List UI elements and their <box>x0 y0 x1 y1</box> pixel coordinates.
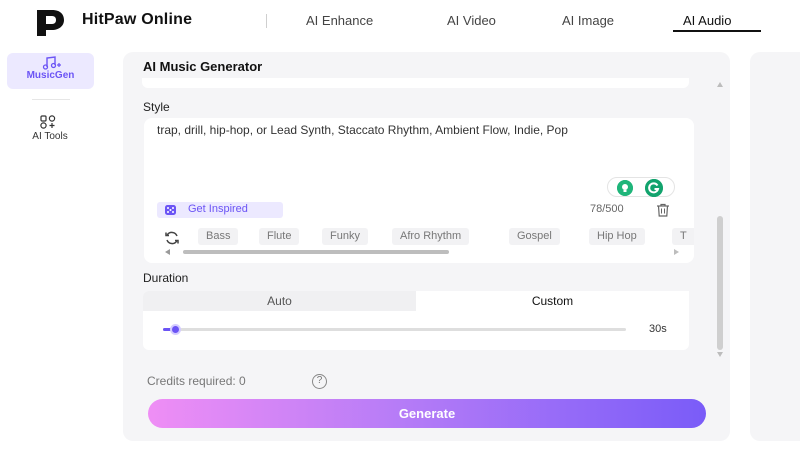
previous-section-edge <box>142 78 689 88</box>
trash-icon[interactable] <box>656 203 670 217</box>
sidebar-item-label: AI Tools <box>32 131 68 142</box>
result-panel <box>750 52 800 441</box>
style-tag[interactable]: Flute <box>259 228 300 245</box>
page-title: AI Music Generator <box>143 59 263 74</box>
lightbulb-icon[interactable] <box>617 180 633 196</box>
nav-ai-enhance[interactable]: AI Enhance <box>306 13 373 28</box>
refresh-icon[interactable] <box>164 230 180 246</box>
scroll-up-icon[interactable] <box>717 82 723 87</box>
top-bar: HitPaw Online AI Enhance AI Video AI Ima… <box>0 0 800 42</box>
style-label: Style <box>143 100 170 114</box>
duration-value: 30s <box>649 323 667 335</box>
style-tag[interactable]: T <box>672 228 694 245</box>
duration-control: Auto Custom 30s <box>143 291 689 350</box>
nav-ai-video[interactable]: AI Video <box>447 13 496 28</box>
duration-auto-tab[interactable]: Auto <box>143 291 416 311</box>
nav-ai-image[interactable]: AI Image <box>562 13 614 28</box>
tag-scroll-thumb[interactable] <box>183 250 449 254</box>
duration-slider-handle[interactable] <box>170 324 181 335</box>
dice-icon <box>165 205 176 215</box>
style-input-box[interactable]: trap, drill, hip-hop, or Lead Synth, Sta… <box>144 118 694 263</box>
scroll-thumb[interactable] <box>717 216 723 350</box>
character-counter: 78/500 <box>590 203 624 215</box>
sidebar-item-musicgen[interactable]: MusicGen <box>7 53 94 89</box>
nav-active-indicator <box>673 30 761 32</box>
credits-required: Credits required: 0 <box>147 374 246 388</box>
style-tag[interactable]: Funky <box>322 228 368 245</box>
music-note-icon <box>42 56 61 70</box>
sidebar-item-ai-tools[interactable]: AI Tools <box>15 115 85 145</box>
generate-button[interactable]: Generate <box>148 399 706 428</box>
duration-slider-track[interactable] <box>163 328 626 331</box>
nav-ai-audio[interactable]: AI Audio <box>683 13 731 28</box>
grammarly-icon[interactable] <box>645 179 663 197</box>
style-tag[interactable]: Hip Hop <box>589 228 645 245</box>
tools-grid-icon <box>40 115 56 129</box>
writing-assistant-badges[interactable] <box>607 177 675 197</box>
style-tag[interactable]: Afro Rhythm <box>392 228 470 245</box>
duration-custom-tab[interactable]: Custom <box>416 291 689 311</box>
style-tag-list[interactable]: Bass Flute Funky Afro Rhythm Gospel Hip … <box>144 226 694 263</box>
panel-scrollbar[interactable] <box>715 80 725 360</box>
get-inspired-button[interactable]: Get Inspired <box>157 202 283 218</box>
brand-name[interactable]: HitPaw Online <box>82 11 192 29</box>
duration-label: Duration <box>143 271 189 285</box>
sidebar-item-label: MusicGen <box>26 70 75 81</box>
scroll-left-icon[interactable] <box>165 249 170 255</box>
scroll-down-icon[interactable] <box>717 352 723 357</box>
scroll-right-icon[interactable] <box>674 249 679 255</box>
help-icon[interactable]: ? <box>312 374 327 389</box>
sidebar-divider <box>32 99 70 100</box>
hitpaw-logo-icon[interactable] <box>34 8 70 38</box>
style-tag[interactable]: Bass <box>198 228 239 245</box>
header-separator <box>266 14 267 28</box>
style-textarea[interactable]: trap, drill, hip-hop, or Lead Synth, Sta… <box>157 124 667 137</box>
sidebar <box>0 42 100 450</box>
get-inspired-label: Get Inspired <box>188 203 248 215</box>
style-tag[interactable]: Gospel <box>509 228 560 245</box>
